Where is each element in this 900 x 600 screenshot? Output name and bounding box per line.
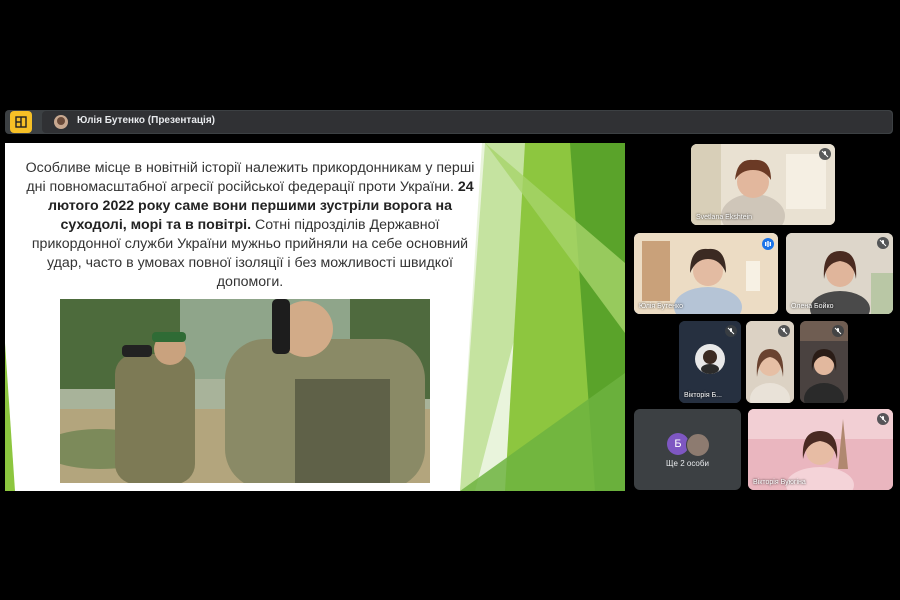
mic-off-icon: [832, 325, 844, 337]
mic-off-icon: [778, 325, 790, 337]
presenter-label: Юлія Бутенко (Презентація): [77, 115, 215, 126]
presenter-chip[interactable]: Юлія Бутенко (Презентація): [42, 111, 892, 133]
presentation-bar: Юлія Бутенко (Презентація): [5, 110, 893, 134]
others-avatar-letter-text: Б: [674, 438, 682, 450]
mic-off-icon: [877, 413, 889, 425]
participant-name: Юлія Бутенко: [639, 303, 683, 310]
participant-tile-viktoria-b[interactable]: Вікторія Б...: [679, 321, 741, 403]
speaking-indicator-icon: [762, 238, 774, 250]
participant-name: Svetlana Ekshtein: [696, 214, 753, 221]
mic-off-icon: [725, 325, 737, 337]
mic-off-icon: [877, 237, 889, 249]
participant-tile-olena[interactable]: Олена Бойко: [786, 233, 893, 314]
slide-photo-border-guards: [60, 299, 430, 483]
participant-tile-student-2[interactable]: [800, 321, 848, 403]
presentation-icon[interactable]: [10, 111, 32, 133]
participant-name: Вікторія Б...: [684, 392, 722, 399]
slide-text-part1: Особливе місце в новітній історії належи…: [25, 160, 475, 195]
slide-text: Особливе місце в новітній історії належи…: [15, 159, 485, 292]
others-avatar-photo: [686, 433, 710, 457]
participant-tile-student-1[interactable]: [746, 321, 794, 403]
shared-slide: Особливе місце в новітній історії належи…: [5, 143, 625, 491]
others-tile[interactable]: Б Ще 2 особи: [634, 409, 741, 490]
participant-tile-yulia[interactable]: Юлія Бутенко: [634, 233, 778, 314]
presenter-avatar: [54, 115, 68, 129]
mic-off-icon: [819, 148, 831, 160]
participant-name: Олена Бойко: [791, 303, 834, 310]
participant-tile-svetlana[interactable]: Svetlana Ekshtein: [691, 144, 835, 225]
participant-name: Вікторія Вуюгіна: [753, 479, 806, 486]
participant-tile-viktoria-v[interactable]: Вікторія Вуюгіна: [748, 409, 893, 490]
others-label: Ще 2 особи: [666, 459, 709, 468]
